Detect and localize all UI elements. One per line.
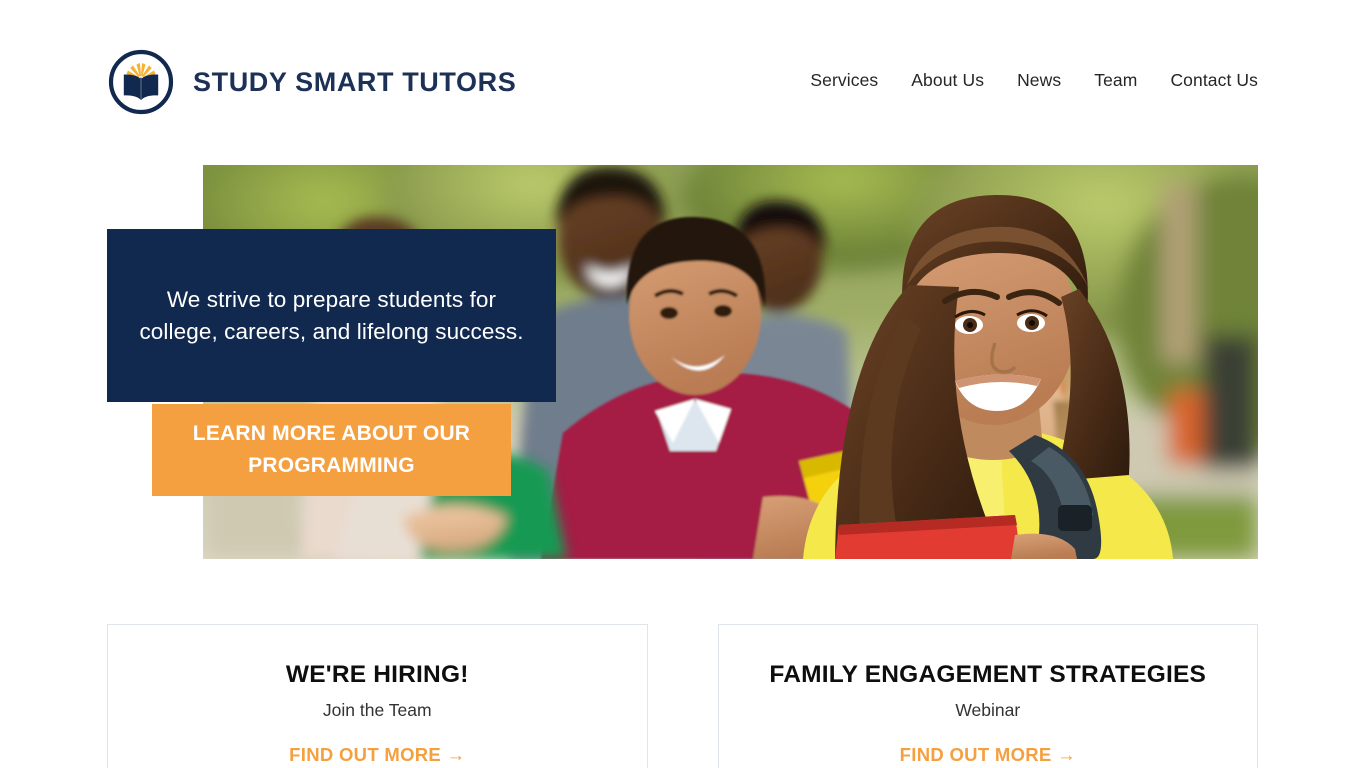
learn-more-about-our-programming-button[interactable]: LEARN MORE ABOUT OUR PROGRAMMING: [152, 404, 511, 496]
promo-card-title: FAMILY ENGAGEMENT STRATEGIES: [769, 661, 1207, 688]
promo-card-family-engagement[interactable]: FAMILY ENGAGEMENT STRATEGIES Webinar FIN…: [717, 624, 1258, 768]
brand-name: STUDY SMART TUTORS: [193, 66, 517, 97]
promo-card-subtitle: Join the Team: [322, 700, 432, 721]
hero-cta-label: LEARN MORE ABOUT OUR PROGRAMMING: [192, 422, 471, 477]
hero-callout-text: We strive to prepare students for colleg…: [139, 286, 524, 344]
nav-item-contact-us[interactable]: Contact Us: [1170, 70, 1258, 91]
hero-callout-box: We strive to prepare students for colleg…: [107, 229, 556, 402]
find-out-more-link[interactable]: FIND OUT MORE →: [900, 744, 1076, 766]
promo-cards-row: WE'RE HIRING! Join the Team FIND OUT MOR…: [107, 624, 1258, 768]
promo-card-subtitle: Webinar: [955, 700, 1021, 721]
find-out-more-link[interactable]: FIND OUT MORE →: [289, 744, 465, 766]
nav-item-services[interactable]: Services: [810, 70, 878, 91]
promo-card-hiring[interactable]: WE'RE HIRING! Join the Team FIND OUT MOR…: [107, 624, 648, 768]
site-header: STUDY SMART TUTORS Services About Us New…: [0, 0, 1366, 165]
main-navigation: Services About Us News Team Contact Us: [810, 70, 1258, 91]
promo-card-title: WE'RE HIRING!: [285, 661, 469, 688]
nav-item-team[interactable]: Team: [1094, 70, 1137, 91]
nav-item-news[interactable]: News: [1017, 70, 1061, 91]
open-book-in-circle-icon: [107, 48, 175, 116]
brand-logo-link[interactable]: STUDY SMART TUTORS: [107, 48, 516, 116]
nav-item-about-us[interactable]: About Us: [911, 70, 984, 91]
